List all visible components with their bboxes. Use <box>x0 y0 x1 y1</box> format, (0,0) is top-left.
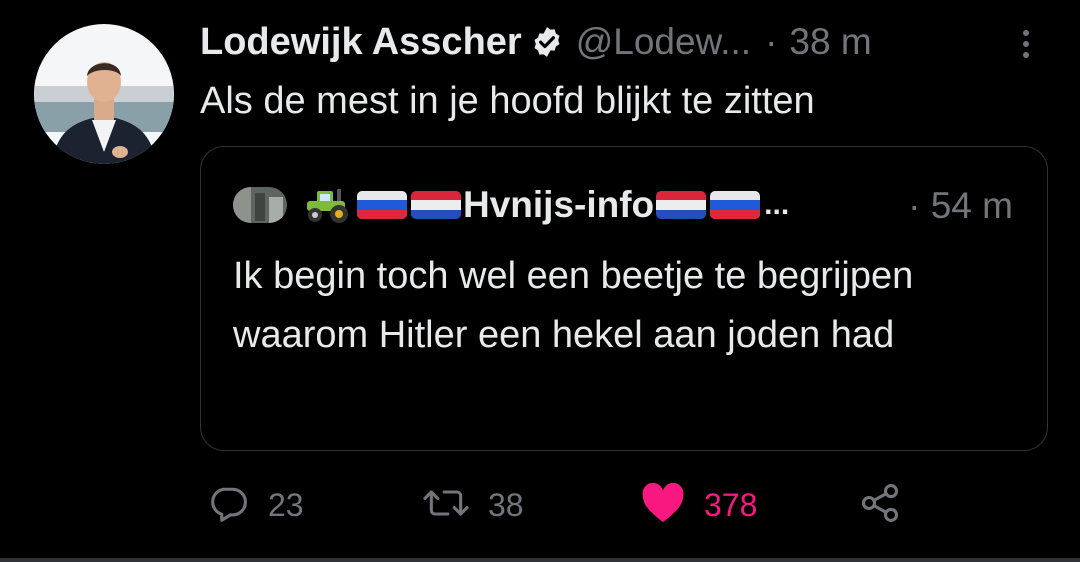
quoted-tweet-text: Ik begin toch wel een beetje te begrijpe… <box>233 255 914 356</box>
like-button[interactable]: 378 <box>640 480 757 530</box>
separator-dot: · <box>765 21 778 62</box>
reply-button[interactable]: 23 <box>206 480 304 530</box>
flag-netherlands-icon <box>654 187 708 223</box>
more-vertical-icon[interactable] <box>1012 26 1040 62</box>
reply-count: 23 <box>268 486 304 523</box>
separator-dot: · <box>908 185 921 226</box>
divider <box>0 558 1080 562</box>
tweet-header: Lodewijk Asscher @Lodew... · 38 m <box>200 18 872 66</box>
author-name[interactable]: Lodewijk Asscher <box>200 21 522 64</box>
flag-russia-icon <box>355 187 409 223</box>
heart-icon <box>640 481 686 530</box>
quoted-tweet[interactable]: Hvnijs-info ... · 54 m Ik begin toch wel… <box>200 146 1048 451</box>
quoted-author-name[interactable]: Hvnijs-info <box>463 184 654 226</box>
retweet-icon <box>422 481 470 530</box>
verified-badge-icon <box>530 25 564 59</box>
share-icon <box>858 481 902 530</box>
retweet-button[interactable]: 38 <box>422 480 524 530</box>
author-avatar[interactable] <box>34 24 174 164</box>
quoted-tweet-time[interactable]: · 54 m <box>908 185 1013 227</box>
quoted-author-avatar[interactable] <box>233 187 287 223</box>
quoted-timestamp[interactable]: 54 m <box>931 185 1013 226</box>
quoted-name-ellipsis: ... <box>764 188 790 221</box>
tweet-actions: 23 38 378 <box>0 480 1080 530</box>
flag-netherlands-icon <box>409 187 463 223</box>
retweet-count: 38 <box>488 486 524 523</box>
quoted-tweet-header: Hvnijs-info ... <box>233 183 789 227</box>
reply-icon <box>206 481 250 530</box>
tractor-icon <box>303 187 355 223</box>
tweet-text: Als de mest in je hoofd blijkt te zitten <box>200 80 815 122</box>
author-handle[interactable]: @Lodew... <box>576 21 751 63</box>
like-count: 378 <box>704 486 758 523</box>
flag-russia-icon <box>708 187 762 223</box>
share-button[interactable] <box>858 480 902 530</box>
tweet-timestamp[interactable]: 38 m <box>789 21 871 63</box>
